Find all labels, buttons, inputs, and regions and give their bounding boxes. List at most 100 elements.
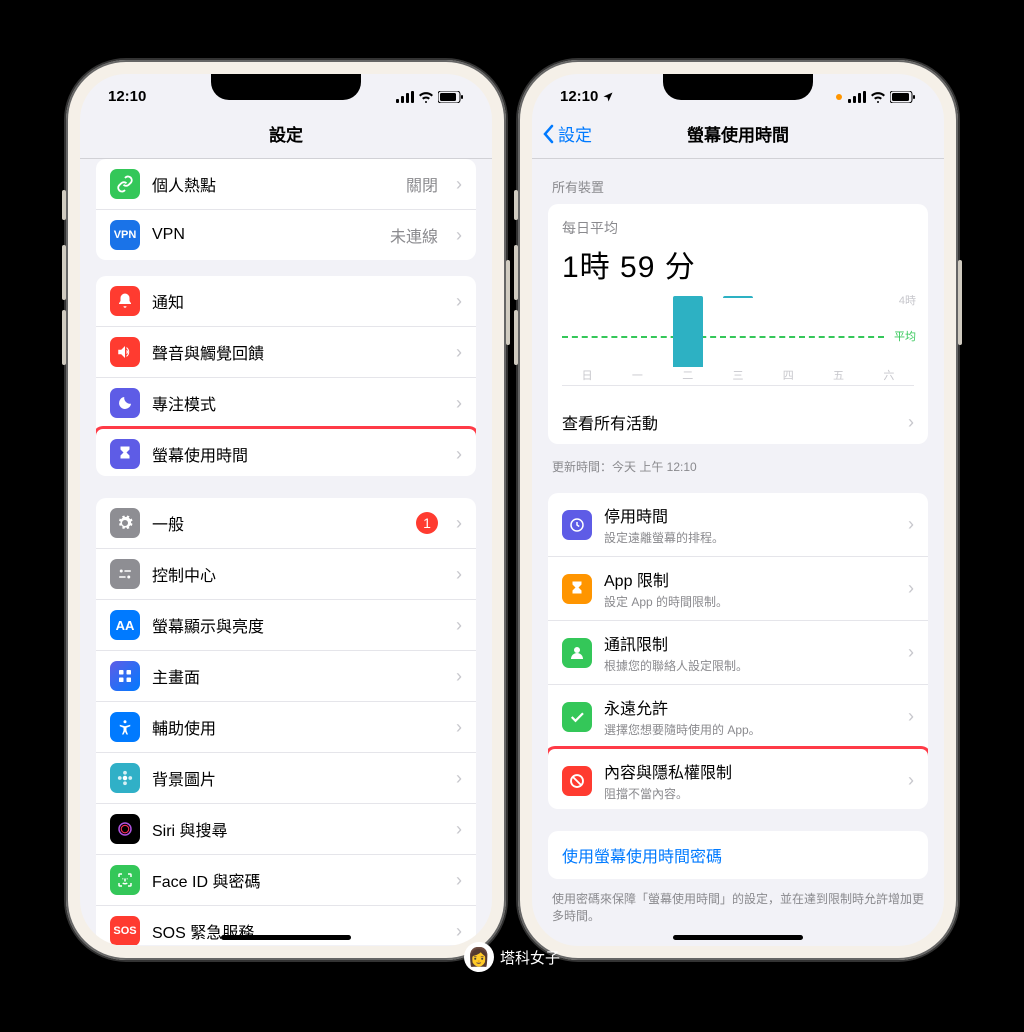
usage-summary: 每日平均 1時 59 分 4時 平均 日 一 二 三 四 五 六 bbox=[548, 204, 928, 400]
faceid-icon bbox=[110, 865, 140, 895]
settings-row-vpn[interactable]: VPN VPN 未連線 › bbox=[96, 210, 476, 260]
chevron-right-icon: › bbox=[908, 642, 914, 663]
settings-row-screen-time[interactable]: 螢幕使用時間 › bbox=[96, 426, 476, 476]
sos-icon: SOS bbox=[110, 916, 140, 945]
chevron-right-icon: › bbox=[456, 393, 462, 414]
row-subtitle: 根據您的聯絡人設定限制。 bbox=[604, 657, 890, 674]
row-label: 通知 bbox=[152, 289, 438, 313]
settings-row-notifications[interactable]: 通知 › bbox=[96, 276, 476, 327]
watermark-icon: 👩 bbox=[464, 942, 494, 972]
chevron-right-icon: › bbox=[456, 564, 462, 585]
clock-icon bbox=[562, 510, 592, 540]
notch bbox=[211, 74, 361, 100]
settings-row-accessibility[interactable]: 輔助使用 › bbox=[96, 702, 476, 753]
battery-icon bbox=[438, 91, 464, 103]
settings-row-control-center[interactable]: 控制中心 › bbox=[96, 549, 476, 600]
siri-icon bbox=[110, 814, 140, 844]
option-always-allowed[interactable]: 永遠允許 選擇您想要隨時使用的 App。 › bbox=[548, 685, 928, 749]
row-label: 專注模式 bbox=[152, 391, 438, 415]
chevron-right-icon: › bbox=[456, 291, 462, 312]
page-title: 設定 bbox=[269, 121, 303, 146]
grid-icon bbox=[110, 661, 140, 691]
chevron-right-icon: › bbox=[456, 615, 462, 636]
wifi-icon bbox=[418, 91, 434, 103]
settings-row-wallpaper[interactable]: 背景圖片 › bbox=[96, 753, 476, 804]
status-time: 12:10 bbox=[560, 88, 598, 105]
row-label: 螢幕顯示與亮度 bbox=[152, 613, 438, 637]
speaker-icon bbox=[110, 337, 140, 367]
wifi-icon bbox=[870, 91, 886, 103]
accessibility-icon bbox=[110, 712, 140, 742]
settings-row-focus[interactable]: 專注模式 › bbox=[96, 378, 476, 429]
row-label: 永遠允許 bbox=[604, 695, 890, 719]
back-label: 設定 bbox=[558, 121, 592, 146]
daily-average-label: 每日平均 bbox=[562, 218, 914, 238]
home-indicator[interactable] bbox=[673, 935, 803, 940]
notch bbox=[663, 74, 813, 100]
row-label: 螢幕使用時間 bbox=[152, 442, 438, 466]
settings-row-home[interactable]: 主畫面 › bbox=[96, 651, 476, 702]
link-icon bbox=[110, 169, 140, 199]
chevron-right-icon: › bbox=[908, 412, 914, 433]
option-app-limits[interactable]: App 限制 設定 App 的時間限制。 › bbox=[548, 557, 928, 621]
person-icon bbox=[562, 638, 592, 668]
side-button bbox=[514, 245, 518, 300]
no-entry-icon bbox=[562, 766, 592, 796]
cellular-icon bbox=[848, 91, 866, 103]
use-passcode-link[interactable]: 使用螢幕使用時間密碼 bbox=[548, 831, 928, 879]
mic-indicator-icon bbox=[836, 94, 842, 100]
flower-icon bbox=[110, 763, 140, 793]
row-label: App 限制 bbox=[604, 567, 890, 591]
option-communication[interactable]: 通訊限制 根據您的聯絡人設定限制。 › bbox=[548, 621, 928, 685]
toggles-icon bbox=[110, 559, 140, 589]
row-label: 通訊限制 bbox=[604, 631, 890, 655]
row-label: 背景圖片 bbox=[152, 766, 438, 790]
settings-row-sounds[interactable]: 聲音與觸覺回饋 › bbox=[96, 327, 476, 378]
watermark: 👩 塔科女子 bbox=[464, 942, 560, 972]
chevron-right-icon: › bbox=[456, 444, 462, 465]
hourglass-icon bbox=[110, 439, 140, 469]
row-subtitle: 阻擋不當內容。 bbox=[604, 785, 890, 802]
settings-row-general[interactable]: 一般 1 › bbox=[96, 498, 476, 549]
location-icon bbox=[602, 91, 614, 103]
chevron-right-icon: › bbox=[456, 342, 462, 363]
notification-badge: 1 bbox=[416, 512, 438, 534]
side-button bbox=[958, 260, 962, 345]
updated-timestamp: 更新時間：今天 上午 12:10 bbox=[532, 450, 944, 493]
status-time: 12:10 bbox=[108, 88, 146, 105]
moon-icon bbox=[110, 388, 140, 418]
home-indicator[interactable] bbox=[221, 935, 351, 940]
settings-row-display[interactable]: AA 螢幕顯示與亮度 › bbox=[96, 600, 476, 651]
chevron-right-icon: › bbox=[456, 870, 462, 891]
row-label: Siri 與搜尋 bbox=[152, 817, 438, 841]
phone-left: 12:10 設定 個人熱點 關閉 › bbox=[66, 60, 506, 960]
row-label: 一般 bbox=[152, 511, 404, 535]
settings-row-faceid[interactable]: Face ID 與密碼 › bbox=[96, 855, 476, 906]
row-label: 個人熱點 bbox=[152, 172, 394, 196]
passcode-footer-text: 使用密碼來保障「螢幕使用時間」的設定，並在達到限制時允許增加更多時間。 bbox=[532, 885, 944, 931]
chevron-right-icon: › bbox=[456, 513, 462, 534]
row-subtitle: 設定 App 的時間限制。 bbox=[604, 593, 890, 610]
row-label: 主畫面 bbox=[152, 664, 438, 688]
side-button bbox=[514, 310, 518, 365]
section-header: 所有裝置 bbox=[532, 159, 944, 204]
row-label: 輔助使用 bbox=[152, 715, 438, 739]
page-title: 螢幕使用時間 bbox=[687, 121, 789, 146]
row-value: 未連線 bbox=[390, 223, 438, 247]
row-label: 查看所有活動 bbox=[562, 410, 890, 434]
text-size-icon: AA bbox=[110, 610, 140, 640]
settings-row-siri[interactable]: Siri 與搜尋 › bbox=[96, 804, 476, 855]
row-label: 聲音與觸覺回饋 bbox=[152, 340, 438, 364]
daily-average-value: 1時 59 分 bbox=[562, 242, 914, 286]
row-subtitle: 選擇您想要隨時使用的 App。 bbox=[604, 721, 890, 738]
side-button bbox=[62, 190, 66, 220]
option-content-privacy[interactable]: 內容與隱私權限制 阻擋不當內容。 › bbox=[548, 746, 928, 809]
see-all-activity-row[interactable]: 查看所有活動 › bbox=[548, 400, 928, 444]
side-button bbox=[62, 245, 66, 300]
gear-icon bbox=[110, 508, 140, 538]
back-button[interactable]: 設定 bbox=[542, 121, 592, 146]
chevron-right-icon: › bbox=[908, 770, 914, 791]
settings-row-hotspot[interactable]: 個人熱點 關閉 › bbox=[96, 159, 476, 210]
option-downtime[interactable]: 停用時間 設定遠離螢幕的排程。 › bbox=[548, 493, 928, 557]
chevron-right-icon: › bbox=[908, 578, 914, 599]
